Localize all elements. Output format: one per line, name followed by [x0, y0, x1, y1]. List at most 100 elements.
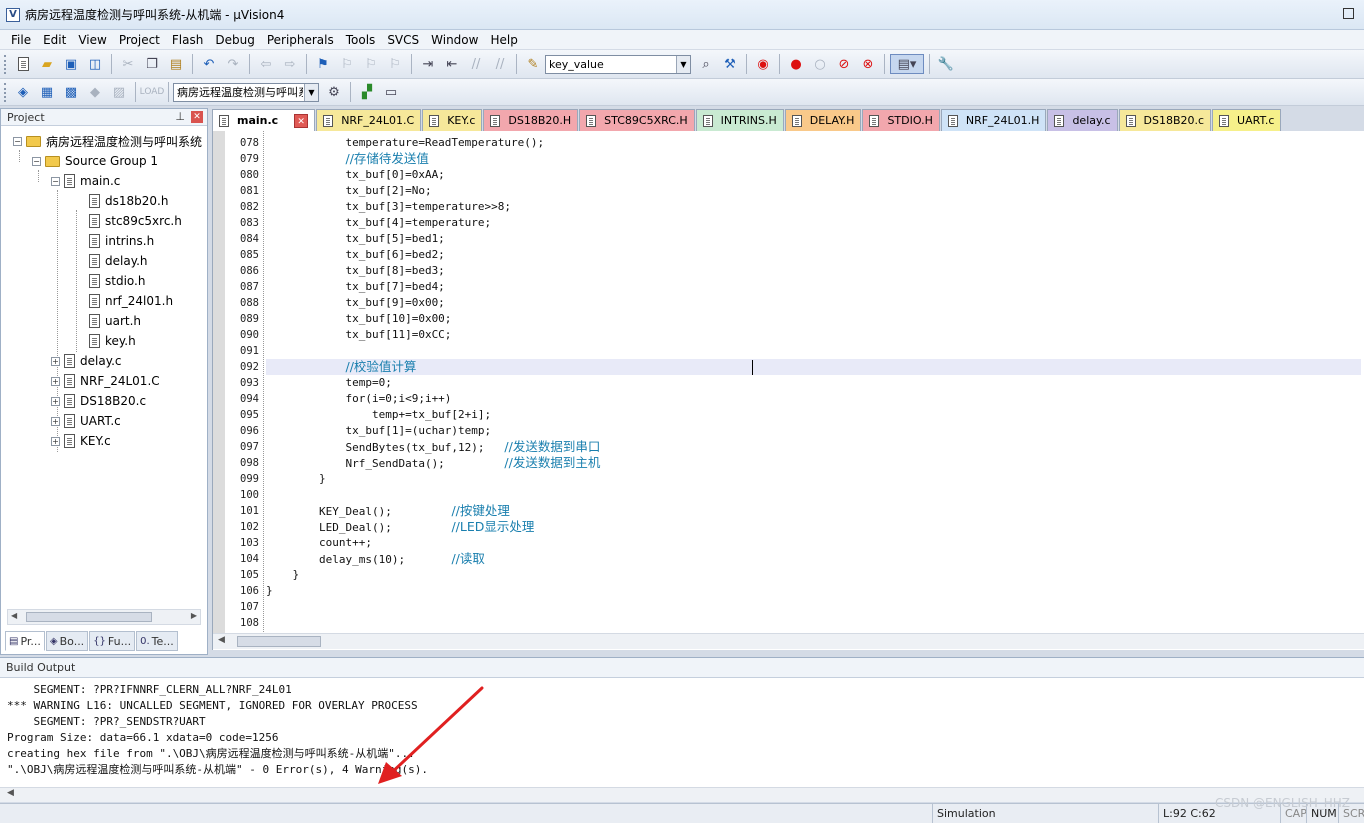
- tab-project[interactable]: ▤ Pr...: [5, 631, 45, 651]
- code-line[interactable]: }: [266, 471, 1361, 487]
- insert-bookmark-icon[interactable]: ⚑: [312, 54, 334, 74]
- tab-stdio-h[interactable]: STDIO.H: [862, 109, 940, 131]
- tree-include[interactable]: key.h: [89, 331, 136, 351]
- collapse-icon[interactable]: −: [51, 176, 60, 186]
- code-line[interactable]: tx_buf[1]=(uchar)temp;: [266, 423, 1361, 439]
- code-area[interactable]: temperature=ReadTemperature(); //存储待发送值 …: [266, 135, 1361, 631]
- find-in-files-icon[interactable]: ✎: [522, 54, 544, 74]
- code-line[interactable]: [266, 615, 1361, 631]
- tab-key-c[interactable]: KEY.c: [422, 109, 483, 131]
- download-icon[interactable]: LOAD: [140, 82, 165, 102]
- tab-stc89c5xrc-h[interactable]: STC89C5XRC.H: [579, 109, 695, 131]
- code-line[interactable]: temp=0;: [266, 375, 1361, 391]
- tab-ds18b20-h[interactable]: DS18B20.H: [483, 109, 579, 131]
- menu-help[interactable]: Help: [485, 33, 524, 47]
- code-line[interactable]: tx_buf[10]=0x00;: [266, 311, 1361, 327]
- menu-window[interactable]: Window: [426, 33, 485, 47]
- code-line[interactable]: [266, 487, 1361, 503]
- code-line[interactable]: KEY_Deal(); //按键处理: [266, 503, 1361, 519]
- new-file-icon[interactable]: [12, 54, 34, 74]
- close-icon[interactable]: ✕: [191, 111, 203, 123]
- uncomment-icon[interactable]: //: [489, 54, 511, 74]
- current-code-line[interactable]: //校验值计算: [266, 359, 1361, 375]
- breakpoint-icon[interactable]: ●: [785, 54, 807, 74]
- code-line[interactable]: tx_buf[3]=temperature>>8;: [266, 199, 1361, 215]
- tree-include[interactable]: stc89c5xrc.h: [89, 211, 182, 231]
- tab-nrf24l01-c[interactable]: NRF_24L01.C: [316, 109, 422, 131]
- copy-icon[interactable]: ❐: [141, 54, 163, 74]
- code-editor[interactable]: 078 079 080 081 082 083 084 085 086 087 088 089 090 0…: [212, 131, 1364, 650]
- tab-books[interactable]: ◈ Bo...: [45, 631, 89, 651]
- indent-icon[interactable]: ⇥: [417, 54, 439, 74]
- cut-icon[interactable]: ✂: [117, 54, 139, 74]
- tab-intrins-h[interactable]: INTRINS.H: [695, 109, 784, 131]
- code-line[interactable]: [266, 599, 1361, 615]
- menu-edit[interactable]: Edit: [38, 33, 73, 47]
- expand-icon[interactable]: +: [51, 416, 60, 426]
- menu-flash[interactable]: Flash: [167, 33, 210, 47]
- menu-svcs[interactable]: SVCS: [382, 33, 426, 47]
- tree-horizontal-scrollbar[interactable]: ◀ ▶: [7, 609, 201, 625]
- tree-file[interactable]: + delay.c: [51, 351, 122, 371]
- collapse-icon[interactable]: −: [13, 136, 22, 146]
- editor-horizontal-scrollbar[interactable]: ◀: [213, 633, 1364, 649]
- disable-all-breakpoints-icon[interactable]: ⊘: [833, 54, 855, 74]
- code-line[interactable]: temperature=ReadTemperature();: [266, 135, 1361, 151]
- code-line[interactable]: }: [266, 567, 1361, 583]
- configure-icon[interactable]: 🔧: [935, 54, 957, 74]
- build-output-horizontal-scrollbar[interactable]: ◀: [0, 787, 1364, 802]
- expand-icon[interactable]: +: [51, 396, 60, 406]
- tree-file[interactable]: + KEY.c: [51, 431, 111, 451]
- code-line[interactable]: temp+=tx_buf[2+i];: [266, 407, 1361, 423]
- scroll-left-icon[interactable]: ◀: [218, 635, 225, 645]
- navigate-back-icon[interactable]: ⇦: [255, 54, 277, 74]
- clear-bookmarks-icon[interactable]: ⚐: [384, 54, 406, 74]
- target-combo[interactable]: 病房远程温度检测与呼叫系统 ▼: [173, 82, 319, 102]
- tree-file[interactable]: + DS18B20.c: [51, 391, 146, 411]
- tab-delay-h[interactable]: DELAY.H: [784, 109, 862, 131]
- menu-file[interactable]: File: [0, 33, 38, 47]
- code-line[interactable]: for(i=0;i<9;i++): [266, 391, 1361, 407]
- expand-icon[interactable]: +: [51, 376, 60, 386]
- tab-functions[interactable]: {} Fu...: [89, 631, 136, 651]
- code-line[interactable]: [266, 343, 1361, 359]
- expand-icon[interactable]: +: [51, 436, 60, 446]
- pin-icon[interactable]: ⊥: [175, 110, 185, 123]
- tree-file[interactable]: + UART.c: [51, 411, 121, 431]
- code-line[interactable]: }: [266, 583, 1361, 599]
- previous-bookmark-icon[interactable]: ⚐: [336, 54, 358, 74]
- code-line[interactable]: tx_buf[0]=0xAA;: [266, 167, 1361, 183]
- code-line[interactable]: tx_buf[7]=bed4;: [266, 279, 1361, 295]
- code-line[interactable]: tx_buf[5]=bed1;: [266, 231, 1361, 247]
- chevron-down-icon[interactable]: ▼: [304, 83, 318, 101]
- tab-main-c[interactable]: main.c ✕: [212, 109, 316, 131]
- tab-nrf24l01-h[interactable]: NRF_24L01.H: [940, 109, 1047, 131]
- tree-file[interactable]: + NRF_24L01.C: [51, 371, 160, 391]
- tree-include[interactable]: nrf_24l01.h: [89, 291, 173, 311]
- menu-tools[interactable]: Tools: [341, 33, 383, 47]
- scrollbar-thumb[interactable]: [237, 636, 321, 647]
- scroll-left-icon[interactable]: ◀: [7, 788, 14, 798]
- code-line[interactable]: tx_buf[6]=bed2;: [266, 247, 1361, 263]
- close-icon[interactable]: ✕: [294, 113, 309, 128]
- tree-include[interactable]: uart.h: [89, 311, 141, 331]
- menu-debug[interactable]: Debug: [210, 33, 261, 47]
- rebuild-icon[interactable]: ▩: [60, 82, 82, 102]
- code-line[interactable]: Nrf_SendData(); //发送数据到主机: [266, 455, 1361, 471]
- menu-peripherals[interactable]: Peripherals: [262, 33, 341, 47]
- breakpoint-margin[interactable]: [213, 131, 225, 634]
- start-debug-icon[interactable]: ◉: [752, 54, 774, 74]
- restore-window-button[interactable]: [1343, 8, 1354, 19]
- expand-icon[interactable]: +: [51, 356, 60, 366]
- tree-include[interactable]: ds18b20.h: [89, 191, 168, 211]
- tree-root[interactable]: − 病房远程温度检测与呼叫系统: [13, 131, 202, 151]
- toolbar-grip[interactable]: [4, 54, 8, 74]
- uvision-app-icon[interactable]: V: [6, 7, 20, 22]
- build-icon[interactable]: ▦: [36, 82, 58, 102]
- code-line[interactable]: tx_buf[2]=No;: [266, 183, 1361, 199]
- paste-icon[interactable]: ▤: [165, 54, 187, 74]
- save-all-icon[interactable]: ◫: [84, 54, 106, 74]
- tree-file-main[interactable]: − main.c: [51, 171, 120, 191]
- tab-ds18b20-c[interactable]: DS18B20.c: [1118, 109, 1212, 131]
- save-icon[interactable]: ▣: [60, 54, 82, 74]
